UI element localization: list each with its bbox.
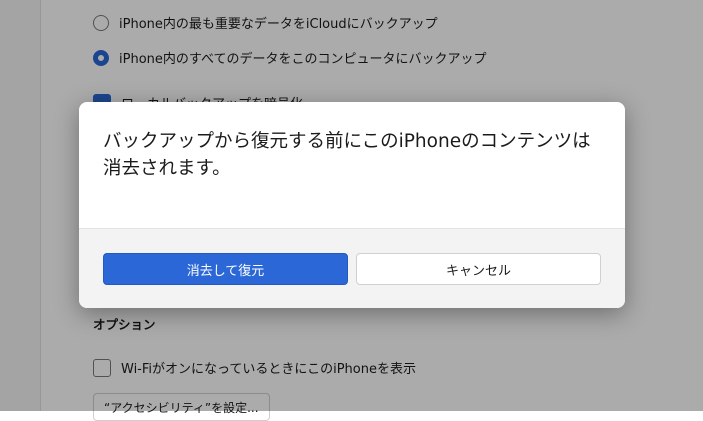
- dialog-footer: 消去して復元 キャンセル: [79, 228, 625, 308]
- restore-confirm-dialog: バックアップから復元する前にこのiPhoneのコンテンツは消去されます。 消去し…: [79, 102, 625, 308]
- dialog-message: バックアップから復元する前にこのiPhoneのコンテンツは消去されます。: [103, 131, 591, 179]
- erase-and-restore-button[interactable]: 消去して復元: [103, 253, 348, 285]
- cancel-button[interactable]: キャンセル: [356, 253, 601, 285]
